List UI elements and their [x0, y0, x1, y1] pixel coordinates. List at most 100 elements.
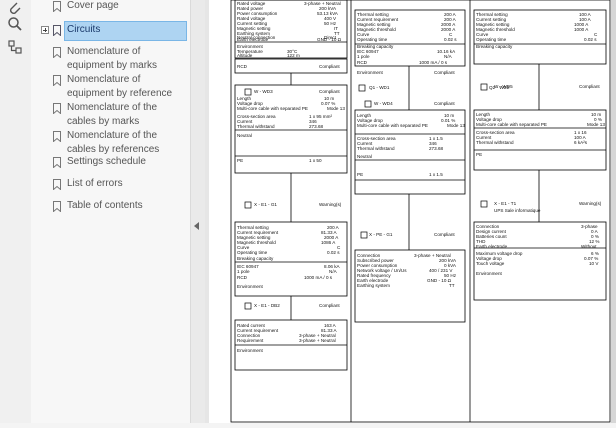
- bookmarks-panel: Cover page Circuits Nomenclature of equi…: [31, 0, 190, 423]
- diagram-text: 0.02 s: [584, 37, 597, 42]
- diagram-text: Compliant: [579, 84, 600, 89]
- bookmark-nomenclature-equipment-reference[interactable]: Nomenclature of equipment by reference: [31, 73, 187, 101]
- collapse-arrow-icon: [194, 222, 199, 230]
- bookmark-label: List of errors: [67, 178, 123, 189]
- bookmark-icon: [53, 201, 61, 212]
- diagram-text: 1000 mA / 0 s: [419, 60, 448, 65]
- diagram-text: GND - 10 Ω: [427, 278, 452, 283]
- diagram-text: 10 V: [589, 261, 599, 266]
- diagram-text: Mode 13: [447, 123, 465, 128]
- bookmark-label: Settings schedule: [67, 156, 146, 167]
- diagram-text: Breaking capacity: [237, 256, 274, 261]
- diagram-text: TT: [449, 283, 455, 288]
- diagram-text: N/A: [329, 269, 338, 274]
- diagram-text: Thermal withstand: [357, 146, 395, 151]
- diagram-text: Thermal withstand: [476, 140, 514, 145]
- diagram-text: Neutral: [237, 133, 252, 138]
- diagram-text: 273.68: [309, 124, 323, 129]
- bookmark-label: Nomenclature of equipment by reference: [67, 74, 173, 99]
- diagram-text: Without: [581, 244, 597, 249]
- diagram-text: X - E1 - G1: [254, 202, 277, 207]
- diagram-text: Environment: [357, 70, 384, 75]
- diagram-text: Environment: [237, 348, 264, 353]
- diagram-text: 1 pole: [237, 269, 250, 274]
- diagram-text: 273.68: [429, 146, 443, 151]
- diagram-text: Warning(s): [579, 201, 602, 206]
- bookmark-icon: [53, 179, 61, 190]
- diagram-text: Warning(s): [319, 202, 342, 207]
- diagram-text: X - E1 - T1: [494, 201, 517, 206]
- bookmark-nomenclature-cables-references[interactable]: Nomenclature of the cables by references: [31, 129, 187, 157]
- diagram-text: Earthing system: [357, 283, 390, 288]
- diagram-text: Q1 - WD1: [369, 85, 390, 90]
- diagram-text: 1 pole: [357, 54, 370, 59]
- bookmark-icon: [53, 1, 61, 12]
- page-shadow: [611, 0, 616, 423]
- diagram-text: Mode 13: [587, 122, 605, 127]
- bookmark-table-of-contents[interactable]: Table of contents: [31, 200, 187, 214]
- diagram-text: 1 x 1.5: [429, 172, 443, 177]
- bookmark-label: Nomenclature of the cables by marks: [67, 102, 158, 127]
- diagram-text: Touch voltage: [476, 261, 505, 266]
- diagram-text: RCD: [357, 60, 368, 65]
- diagram-text: W - WD5: [494, 84, 513, 89]
- bookmark-nomenclature-equipment-marks[interactable]: Nomenclature of equipment by marks: [31, 45, 187, 73]
- diagram-text: Operating time: [237, 250, 268, 255]
- bookmark-list-of-errors[interactable]: List of errors: [31, 178, 187, 192]
- diagram-text: PE: [357, 172, 363, 177]
- bookmark-icon: [53, 103, 61, 114]
- bookmark-settings-schedule[interactable]: Settings schedule: [31, 156, 187, 170]
- diagram-text: Multi-core cable with separated PE: [476, 122, 547, 127]
- diagram-text: Compliant: [434, 70, 455, 75]
- diagram-text: Operating time: [476, 37, 507, 42]
- diagram-text: Requirement: [237, 338, 264, 343]
- diagram-text: 1000 mA / 0 s: [304, 275, 333, 280]
- diagram-text: Compliant: [434, 101, 455, 106]
- diagram-text: PE: [237, 158, 243, 163]
- diagram-text: 122 m: [287, 53, 300, 58]
- bookmark-label: Nomenclature of the cables by references: [67, 130, 160, 155]
- diagram-text: 3-phase + Neutral: [299, 338, 336, 343]
- diagram-text: N/A: [444, 54, 453, 59]
- diagram-text: RCD: [237, 64, 248, 69]
- diagram-text: X - PE - G1: [369, 232, 393, 237]
- diagram-text: Altitude: [237, 53, 253, 58]
- bookmark-label: Cover page: [67, 0, 119, 11]
- diagram-text: PE: [476, 152, 482, 157]
- bookmark-circuits[interactable]: Circuits: [31, 22, 187, 40]
- diagram-text: Mode 13: [327, 106, 345, 111]
- layers-icon[interactable]: [6, 38, 24, 56]
- diagram-text: X - E1 - DB2: [254, 303, 280, 308]
- diagram-text: Compliant: [319, 64, 340, 69]
- search-icon[interactable]: [6, 15, 24, 33]
- bookmark-label: Circuits: [67, 24, 101, 35]
- bookmark-nomenclature-cables-marks[interactable]: Nomenclature of the cables by marks: [31, 101, 187, 129]
- diagram-text: Compliant: [434, 232, 455, 237]
- bookmark-icon: [53, 75, 61, 86]
- bookmark-icon: [53, 25, 61, 36]
- diagram-text: Breaking capacity: [476, 44, 513, 49]
- diagram-text: RCD: [237, 275, 248, 280]
- bookmark-icon: [53, 157, 61, 168]
- diagram-text: Environment: [476, 271, 503, 276]
- diagram-text: 0.02 s: [444, 37, 457, 42]
- diagram-text: Compliant: [319, 89, 340, 94]
- diagram-text: 1086 A: [321, 240, 336, 245]
- bookmark-icon: [53, 47, 61, 58]
- diagram-text: 1000 A: [574, 27, 589, 32]
- diagram-text: 1 x 50: [309, 158, 322, 163]
- diagram-text: Thermal withstand: [237, 124, 275, 129]
- diagram-text: Earth electrode: [237, 37, 269, 42]
- bookmark-cover-page[interactable]: Cover page: [31, 0, 187, 14]
- diagram-text: Earth electrode: [476, 244, 508, 249]
- panel-collapse-handle[interactable]: [190, 0, 206, 423]
- diagram-text: UPS Sale informatique: [494, 208, 541, 213]
- bookmark-label: Nomenclature of equipment by marks: [67, 46, 158, 71]
- document-viewport[interactable]: Rated voltage 3-phase + Neutral Rated pow…: [205, 0, 616, 423]
- diagram-text: Multi-core cable with separated PE: [357, 123, 428, 128]
- tool-strip: [0, 0, 32, 423]
- bookmark-label: Table of contents: [67, 200, 143, 211]
- diagram-text: Compliant: [319, 303, 340, 308]
- diagram-text: 6 kA²s: [574, 140, 588, 145]
- diagram-text: GND - 10 Ω: [317, 37, 342, 42]
